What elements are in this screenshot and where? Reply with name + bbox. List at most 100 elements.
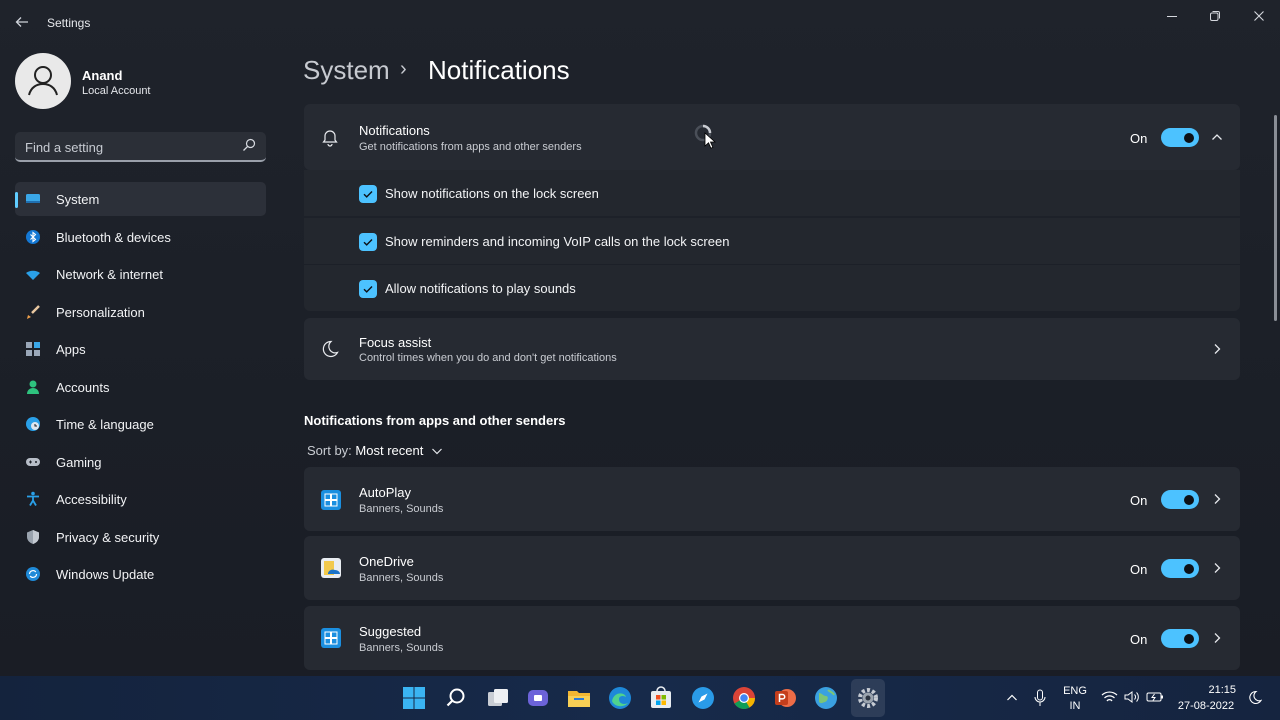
wifi-status-icon[interactable]: [1101, 690, 1118, 704]
onedrive-toggle[interactable]: [1161, 559, 1199, 578]
close-icon: [1254, 11, 1264, 21]
sidebar-item-label: Privacy & security: [56, 529, 160, 545]
edge-icon[interactable]: [607, 685, 633, 711]
volume-icon[interactable]: [1124, 690, 1140, 704]
chevron-up-icon[interactable]: [1210, 130, 1224, 144]
language-indicator-bottom[interactable]: IN: [1060, 700, 1090, 712]
sidebar-item-system[interactable]: System: [15, 182, 266, 216]
mouse-cursor-icon: [704, 132, 716, 149]
suggested-toggle[interactable]: [1161, 629, 1199, 648]
app-detail: Banners, Sounds: [359, 572, 444, 584]
shield-icon: [27, 529, 39, 544]
language-indicator-top[interactable]: ENG: [1060, 685, 1090, 697]
restore-button[interactable]: [1195, 4, 1235, 28]
focus-assist-card[interactable]: Focus assist Control times when you do a…: [304, 318, 1240, 380]
minimize-icon: [1167, 16, 1177, 17]
restore-icon: [1210, 11, 1220, 21]
chrome-icon[interactable]: [731, 685, 757, 711]
settings-window: Settings Anand Local Account System: [0, 0, 1280, 676]
sidebar-item-accessibility[interactable]: Accessibility: [15, 482, 266, 516]
autoplay-toggle[interactable]: [1161, 490, 1199, 509]
file-explorer-icon[interactable]: [566, 685, 592, 711]
microphone-icon[interactable]: [1033, 689, 1047, 707]
settings-search[interactable]: [15, 132, 266, 162]
person-silhouette-icon: [28, 66, 58, 96]
app-state-label: On: [1130, 562, 1148, 577]
task-view-icon[interactable]: [485, 685, 511, 711]
minimize-button[interactable]: [1152, 4, 1192, 28]
play-sounds-checkbox[interactable]: [359, 280, 377, 298]
start-icon[interactable]: [401, 685, 427, 711]
chevron-right-icon[interactable]: [1210, 561, 1224, 575]
notifications-toggle[interactable]: [1161, 128, 1199, 147]
battery-charging-icon[interactable]: [1146, 691, 1164, 703]
chevron-right-icon[interactable]: [1210, 631, 1224, 645]
sidebar-item-apps[interactable]: Apps: [15, 332, 266, 366]
search-icon[interactable]: [443, 685, 469, 711]
sidebar-item-personalization[interactable]: Personalization: [15, 295, 266, 329]
app-row-onedrive[interactable]: OneDrive Banners, Sounds On: [304, 536, 1240, 600]
breadcrumb-parent[interactable]: System: [303, 55, 390, 86]
breadcrumb-separator-icon: ›: [400, 58, 407, 80]
onedrive-icon: [321, 558, 341, 578]
app-state-label: On: [1130, 632, 1148, 647]
focus-assist-subtitle: Control times when you do and don't get …: [359, 352, 617, 364]
lock-screen-checkbox[interactable]: [359, 185, 377, 203]
option-lock-screen[interactable]: Show notifications on the lock screen: [304, 170, 1240, 216]
chevron-down-icon[interactable]: [431, 445, 443, 457]
clock-globe-icon: [26, 417, 40, 431]
moon-icon: [322, 340, 339, 358]
chevron-up-icon[interactable]: [1006, 692, 1018, 704]
powerpoint-icon[interactable]: [772, 685, 798, 711]
app-row-autoplay[interactable]: AutoPlay Banners, Sounds On: [304, 467, 1240, 531]
page-title: Notifications: [428, 55, 570, 85]
sidebar-item-network[interactable]: Network & internet: [15, 257, 266, 291]
senders-section-title: Notifications from apps and other sender…: [304, 413, 566, 428]
option-reminders-voip[interactable]: Show reminders and incoming VoIP calls o…: [304, 218, 1240, 264]
sort-dropdown[interactable]: Sort by: Most recent: [307, 443, 423, 458]
avatar[interactable]: [15, 53, 71, 109]
person-icon: [27, 380, 39, 394]
settings-gear-icon[interactable]: [855, 685, 881, 711]
checkmark-icon: [363, 191, 373, 198]
update-icon: [26, 567, 40, 581]
sidebar-item-time-language[interactable]: Time & language: [15, 407, 266, 441]
notifications-state-label: On: [1130, 131, 1148, 146]
chevron-right-icon[interactable]: [1210, 342, 1224, 356]
reminders-voip-checkbox[interactable]: [359, 233, 377, 251]
sidebar-nav: System Bluetooth & devices Network & int…: [15, 182, 266, 595]
system-icon: [26, 194, 40, 203]
sidebar-item-gaming[interactable]: Gaming: [15, 445, 266, 479]
sidebar-item-label: Accessibility: [56, 492, 127, 507]
taskbar: ENG IN 21:15 27-08-2022: [0, 676, 1280, 720]
sidebar-item-windows-update[interactable]: Windows Update: [15, 557, 266, 591]
brush-icon: [27, 304, 40, 319]
focus-assist-title: Focus assist: [359, 335, 432, 350]
back-arrow-icon: [15, 17, 28, 27]
app-row-suggested[interactable]: Suggested Banners, Sounds On: [304, 606, 1240, 670]
wifi-icon: [26, 270, 40, 280]
back-button[interactable]: [10, 10, 34, 34]
notifications-setting-card[interactable]: Notifications Get notifications from app…: [304, 104, 1240, 170]
content-scrollbar[interactable]: [1274, 115, 1277, 321]
bluetooth-icon: [26, 229, 40, 244]
bell-icon: [322, 130, 338, 147]
clock-date[interactable]: 27-08-2022: [1172, 700, 1240, 712]
app-name: OneDrive: [359, 554, 414, 569]
sidebar-item-privacy-security[interactable]: Privacy & security: [15, 520, 266, 554]
maps-globe-icon[interactable]: [813, 685, 839, 711]
sidebar-item-accounts[interactable]: Accounts: [15, 370, 266, 404]
microsoft-store-icon[interactable]: [648, 685, 674, 711]
option-play-sounds[interactable]: Allow notifications to play sounds: [304, 265, 1240, 311]
teams-chat-icon[interactable]: [525, 685, 551, 711]
search-input[interactable]: [25, 138, 235, 156]
focus-moon-icon[interactable]: [1248, 690, 1262, 706]
sidebar-item-label: Windows Update: [56, 567, 155, 582]
app-detail: Banners, Sounds: [359, 642, 444, 654]
chevron-right-icon[interactable]: [1210, 492, 1224, 506]
safari-compass-icon[interactable]: [690, 685, 716, 711]
sidebar-item-bluetooth[interactable]: Bluetooth & devices: [15, 220, 266, 254]
close-button[interactable]: [1239, 4, 1279, 28]
clock-time[interactable]: 21:15: [1196, 684, 1252, 696]
search-icon[interactable]: [242, 138, 256, 152]
